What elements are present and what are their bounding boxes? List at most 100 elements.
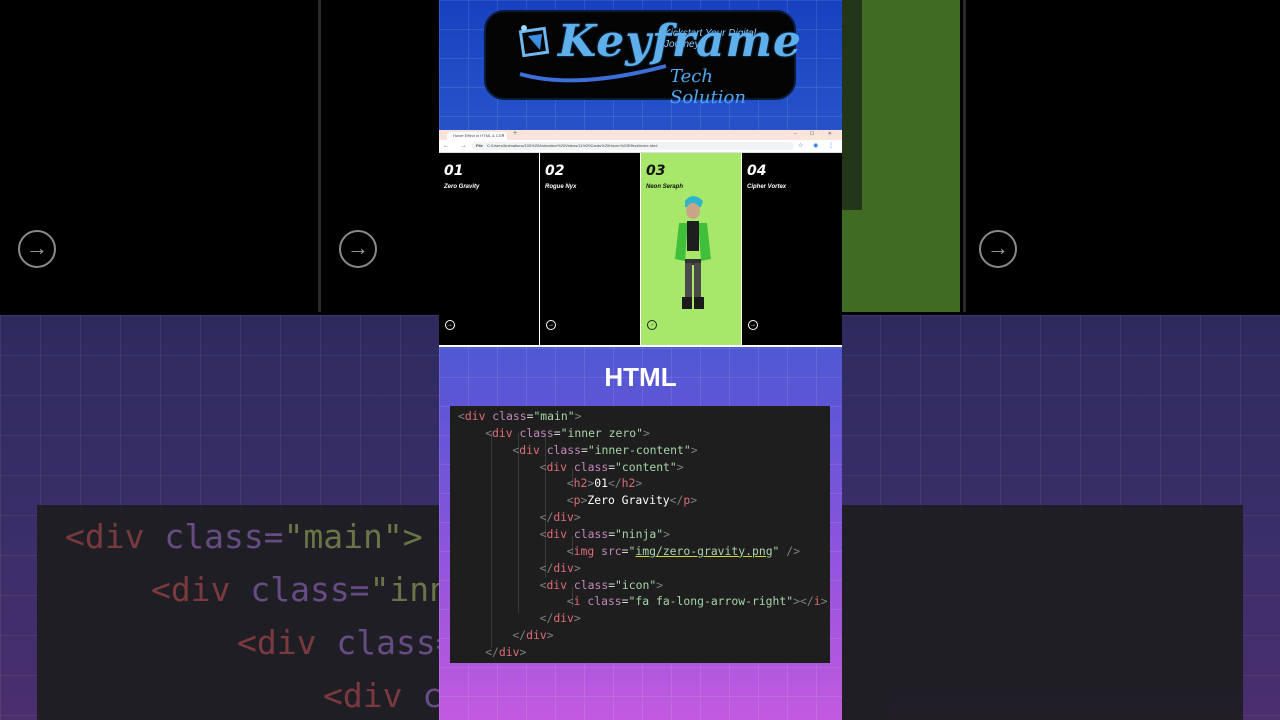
logo-swoosh xyxy=(519,64,667,83)
code-token: "main" xyxy=(533,409,575,423)
brand-logo: Kickstart Your Digital Journey Keyframe … xyxy=(484,10,801,108)
section-title: HTML xyxy=(604,362,677,392)
code-token: > xyxy=(820,594,828,609)
code-token: = xyxy=(621,543,629,558)
code-line: </div> xyxy=(540,560,581,576)
arrow-right-icon[interactable]: → xyxy=(445,320,455,330)
indent-guide xyxy=(491,433,492,648)
code-line: <div class="content"> xyxy=(540,459,684,475)
keyframe-logo-icon xyxy=(518,25,550,58)
indent-guide xyxy=(518,433,519,613)
arrow-right-icon: → xyxy=(18,230,56,268)
code-token: "fa fa-long-arrow-right" xyxy=(628,594,794,609)
code-token: div xyxy=(492,425,513,440)
code-token: <div xyxy=(323,676,423,715)
card-name: Rogue Nyx xyxy=(545,184,577,190)
code-token: = xyxy=(553,425,561,440)
card-name: Zero Gravity xyxy=(444,184,480,190)
arrow-right-icon[interactable]: → xyxy=(546,320,556,330)
code-token: < xyxy=(566,493,574,508)
tab-close-icon[interactable]: × xyxy=(502,132,504,137)
code-line: <p>Zero Gravity</p> xyxy=(567,492,697,508)
code-block: <div class="main"> <div class="inner zero… xyxy=(450,406,830,663)
code-line: <div class="main"> xyxy=(458,408,581,424)
code-token: class xyxy=(587,594,622,609)
browser-tab[interactable]: Hover Effect in HTML & CSS xyxy=(447,132,507,140)
code-token: </ xyxy=(607,476,622,491)
browser-window: Hover Effect in HTML & CSS × + – ☐ ✕ ← →… xyxy=(439,130,842,347)
backdrop-figure xyxy=(842,0,862,210)
code-token: src xyxy=(601,543,622,558)
extension-icons[interactable]: ☆ ◉ ⋮ xyxy=(798,142,838,149)
arrow-right-icon[interactable]: → xyxy=(644,317,660,333)
address-bar[interactable]: File C:/Users/Animations/100%20Animation… xyxy=(472,142,794,150)
arrow-right-icon[interactable]: → xyxy=(748,320,758,330)
code-token: "ninja" xyxy=(615,526,664,541)
code-token: "inner zero" xyxy=(560,425,643,440)
code-token: Zero Gravity xyxy=(587,493,670,508)
code-token: > xyxy=(546,628,554,643)
code-token: div xyxy=(464,409,486,423)
code-token: = xyxy=(621,594,629,609)
hover-cards: 01 Zero Gravity → 02 Rogue Nyx → 03 Neon… xyxy=(439,153,842,345)
backdrop-code-line: <div class="main"> xyxy=(65,517,423,556)
code-token: < xyxy=(458,409,465,423)
code-line: </div> xyxy=(540,509,581,525)
code-token: < xyxy=(566,476,574,491)
code-token: div xyxy=(498,644,520,659)
code-token: class xyxy=(492,409,527,423)
code-token: div xyxy=(519,442,540,457)
code-token: </ xyxy=(539,510,554,525)
code-token: > xyxy=(635,476,643,491)
code-token: > xyxy=(573,510,581,525)
code-line: <img src="img/zero-gravity.png" /> xyxy=(567,543,800,559)
backdrop-card-1 xyxy=(0,0,321,312)
code-line: <h2>01</h2> xyxy=(567,475,642,491)
code-token: "inner-content" xyxy=(587,442,691,457)
address-url: C:/Users/Animations/100%20Animation%20Vi… xyxy=(487,143,658,148)
code-token: img xyxy=(573,543,595,558)
code-token: > xyxy=(690,493,698,508)
code-token: class= xyxy=(164,517,284,556)
address-scheme-label: File xyxy=(476,143,483,148)
code-token: div xyxy=(553,510,574,525)
backdrop-card-2 xyxy=(321,0,439,312)
card-cipher-vortex[interactable]: 04 Cipher Vortex → xyxy=(742,153,842,345)
card-number: 01 xyxy=(444,163,464,179)
card-zero-gravity[interactable]: 01 Zero Gravity → xyxy=(439,153,539,345)
code-token: < xyxy=(566,543,574,558)
browser-toolbar: ← → ↻ File C:/Users/Animations/100%20Ani… xyxy=(439,140,842,153)
code-token: class xyxy=(573,459,609,474)
code-line: <i class="fa fa-long-arrow-right"></i> xyxy=(567,593,828,609)
card-neon-seraph[interactable]: 03 Neon Seraph → xyxy=(641,153,741,345)
code-token: class xyxy=(573,577,609,592)
card-number: 04 xyxy=(747,163,767,179)
code-token: i xyxy=(573,594,581,609)
code-token: > xyxy=(574,409,582,423)
code-token: ></ xyxy=(793,594,814,609)
card-rogue-nyx[interactable]: 02 Rogue Nyx → xyxy=(540,153,640,345)
window-controls[interactable]: – ☐ ✕ xyxy=(794,131,838,137)
code-token: div xyxy=(526,628,547,643)
code-token: h2 xyxy=(573,476,588,491)
code-token: <div xyxy=(151,570,251,609)
code-token: > xyxy=(676,459,684,474)
code-token: </ xyxy=(669,493,684,508)
code-token: </ xyxy=(512,628,527,643)
code-token: /> xyxy=(786,543,800,558)
code-line: <div class="icon"> xyxy=(540,577,663,593)
code-token: > xyxy=(519,644,527,659)
code-token: i xyxy=(813,594,821,609)
code-token: h2 xyxy=(621,476,636,491)
card-number: 02 xyxy=(545,163,565,179)
code-token: class= xyxy=(250,570,370,609)
code-token: </ xyxy=(539,611,554,626)
code-token: img/zero-gravity.png xyxy=(635,543,773,558)
code-line: </div> xyxy=(540,610,581,626)
code-line: </div> xyxy=(512,627,553,643)
code-token: p xyxy=(573,493,581,508)
new-tab-button[interactable]: + xyxy=(513,130,517,137)
